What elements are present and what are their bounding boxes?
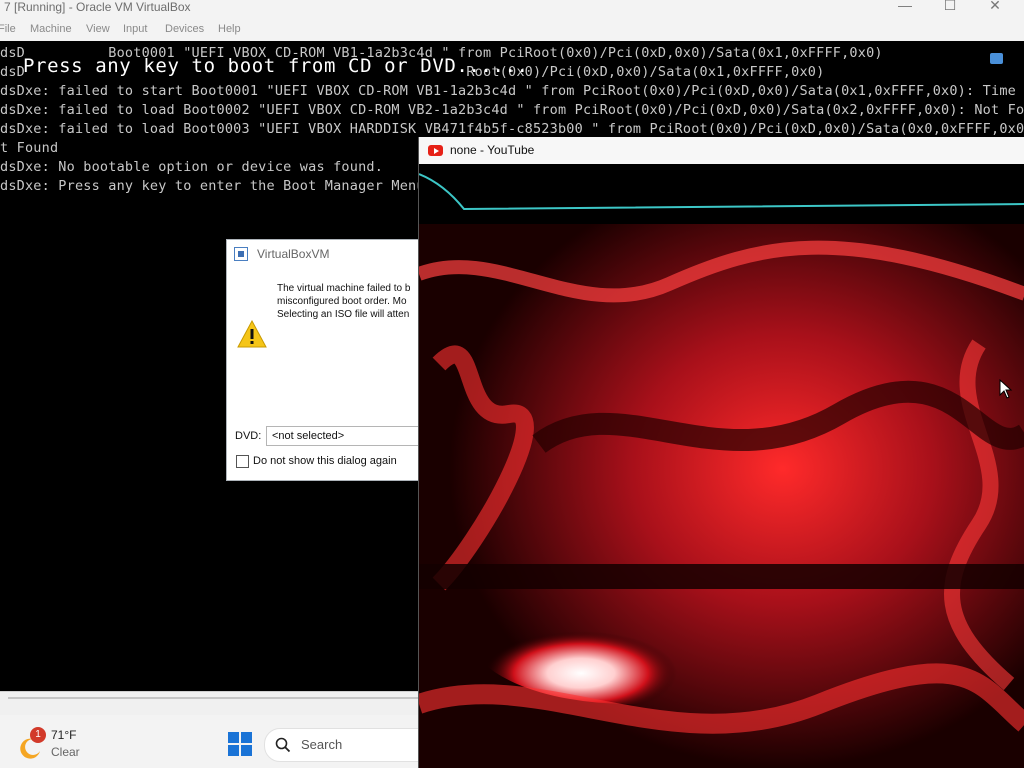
start-button[interactable]: [228, 732, 252, 756]
virtualbox-icon: [234, 247, 248, 261]
terminal-line: dsDxe: failed to load Boot0003 "UEFI VBO…: [0, 121, 1024, 137]
menu-view[interactable]: View: [86, 23, 110, 35]
close-button[interactable]: ✕: [980, 0, 1010, 14]
dialog-body: The virtual machine failed to b misconfi…: [227, 268, 427, 480]
weather-alert-badge: 1: [30, 727, 46, 743]
dialog-titlebar[interactable]: VirtualBoxVM: [227, 240, 427, 268]
warning-icon: [237, 320, 267, 348]
terminal-line: dsDxe: Press any key to enter the Boot M…: [0, 178, 434, 194]
mouse-cursor-icon: [999, 379, 1013, 399]
menu-file[interactable]: File: [0, 23, 16, 35]
notification-icon[interactable]: [990, 53, 1003, 64]
vbox-boot-dialog: VirtualBoxVM The virtual machine failed …: [226, 239, 428, 481]
weather-condition: Clear: [51, 745, 80, 759]
weather-temperature: 71°F: [51, 728, 77, 742]
youtube-title: none - YouTube: [450, 143, 535, 157]
menu-devices[interactable]: Devices: [165, 23, 204, 35]
dialog-title: VirtualBoxVM: [257, 247, 330, 261]
youtube-titlebar[interactable]: none - YouTube: [419, 137, 1024, 164]
search-icon: [275, 737, 291, 753]
vbox-titlebar: 7 [Running] - Oracle VM VirtualBox — ☐ ✕: [0, 0, 1024, 19]
boot-prompt: Press any key to boot from CD or DVD....…: [23, 55, 529, 77]
video-player[interactable]: [419, 164, 1024, 768]
video-frame: [419, 164, 1024, 768]
vbox-title-text: 7 [Running] - Oracle VM VirtualBox: [4, 0, 191, 14]
terminal-line: dsDxe: failed to load Boot0002 "UEFI VBO…: [0, 102, 1024, 118]
dvd-select[interactable]: <not selected>: [266, 426, 427, 446]
status-divider: [8, 697, 418, 699]
youtube-icon: [428, 145, 443, 156]
search-label: Search: [301, 737, 343, 752]
vbox-menubar: File Machine View Input Devices Help: [0, 19, 1024, 41]
menu-input[interactable]: Input: [123, 23, 147, 35]
menu-help[interactable]: Help: [218, 23, 241, 35]
terminal-line: t Found: [0, 140, 59, 156]
dialog-message: Selecting an ISO file will atten: [277, 309, 410, 320]
dvd-label: DVD:: [235, 430, 262, 442]
vbox-statusbar: [0, 691, 420, 716]
dont-show-label: Do not show this dialog again: [253, 455, 397, 467]
dont-show-checkbox[interactable]: [236, 455, 249, 468]
dialog-message: The virtual machine failed to b: [277, 283, 411, 294]
minimize-button[interactable]: —: [890, 0, 920, 14]
maximize-button[interactable]: ☐: [935, 0, 965, 14]
menu-machine[interactable]: Machine: [30, 23, 72, 35]
dialog-message: misconfigured boot order. Mo: [277, 296, 407, 307]
vbox-window-title: 7 [Running] - Oracle VM VirtualBox: [4, 0, 195, 14]
youtube-window: none - YouTube: [418, 137, 1024, 768]
terminal-line: dsDxe: No bootable option or device was …: [0, 159, 384, 175]
terminal-line: dsDxe: failed to start Boot0001 "UEFI VB…: [0, 83, 1024, 99]
